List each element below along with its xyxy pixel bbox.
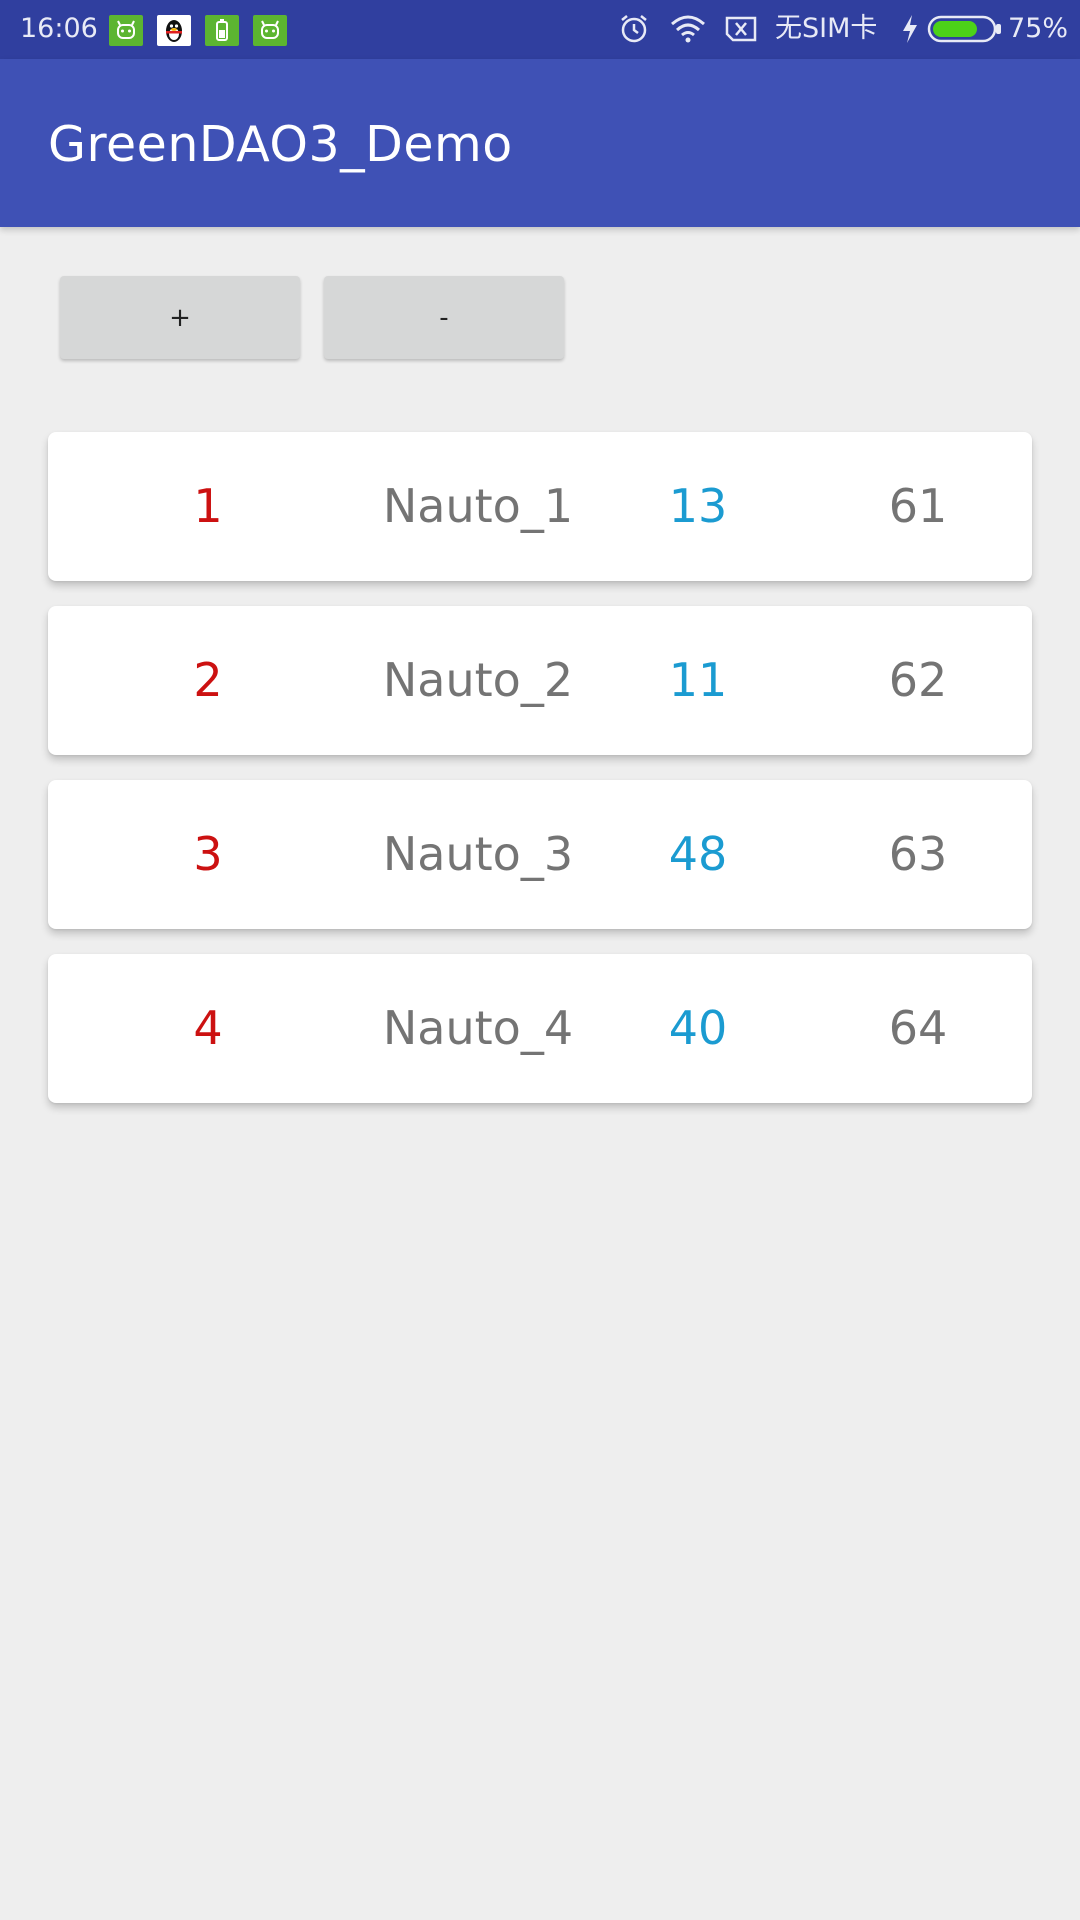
sim-status-text: 无SIM卡 [775, 13, 878, 44]
item-extra: 64 [888, 1001, 948, 1055]
remove-button[interactable]: - [324, 276, 564, 359]
battery-percent: 75% [1008, 13, 1069, 44]
list-item[interactable]: 3 Nauto_3 48 63 [48, 780, 1032, 929]
item-extra: 63 [888, 827, 948, 881]
item-id: 3 [193, 827, 223, 881]
remove-button-label: - [439, 302, 449, 333]
battery-icon [927, 12, 1003, 50]
wifi-icon [669, 12, 707, 50]
item-name: Nauto_3 [382, 827, 574, 881]
app-bar: GreenDAO3_Demo [0, 59, 1080, 227]
battery-app-icon [205, 15, 239, 46]
item-id: 2 [193, 653, 223, 707]
status-bar: 16:06 无SIM卡 75% [0, 0, 1080, 59]
qq-penguin-icon [157, 15, 191, 46]
charging-icon [900, 12, 920, 50]
item-name: Nauto_1 [382, 479, 574, 533]
item-name: Nauto_2 [382, 653, 574, 707]
item-name: Nauto_4 [382, 1001, 574, 1055]
item-age: 11 [668, 653, 728, 707]
item-id: 1 [193, 479, 223, 533]
item-id: 4 [193, 1001, 223, 1055]
list-item[interactable]: 2 Nauto_2 11 62 [48, 606, 1032, 755]
add-button[interactable]: + [60, 276, 300, 359]
add-button-label: + [169, 302, 191, 333]
item-extra: 62 [888, 653, 948, 707]
item-extra: 61 [888, 479, 948, 533]
app-title: GreenDAO3_Demo [48, 116, 513, 173]
status-time: 16:06 [20, 13, 98, 44]
list-item[interactable]: 1 Nauto_1 13 61 [48, 432, 1032, 581]
alarm-icon [617, 12, 651, 50]
item-age: 48 [668, 827, 728, 881]
item-age: 13 [668, 479, 728, 533]
list-item[interactable]: 4 Nauto_4 40 64 [48, 954, 1032, 1103]
no-sim-icon [723, 12, 759, 50]
android-app-icon [253, 15, 287, 46]
item-age: 40 [668, 1001, 728, 1055]
android-app-icon [109, 15, 143, 46]
